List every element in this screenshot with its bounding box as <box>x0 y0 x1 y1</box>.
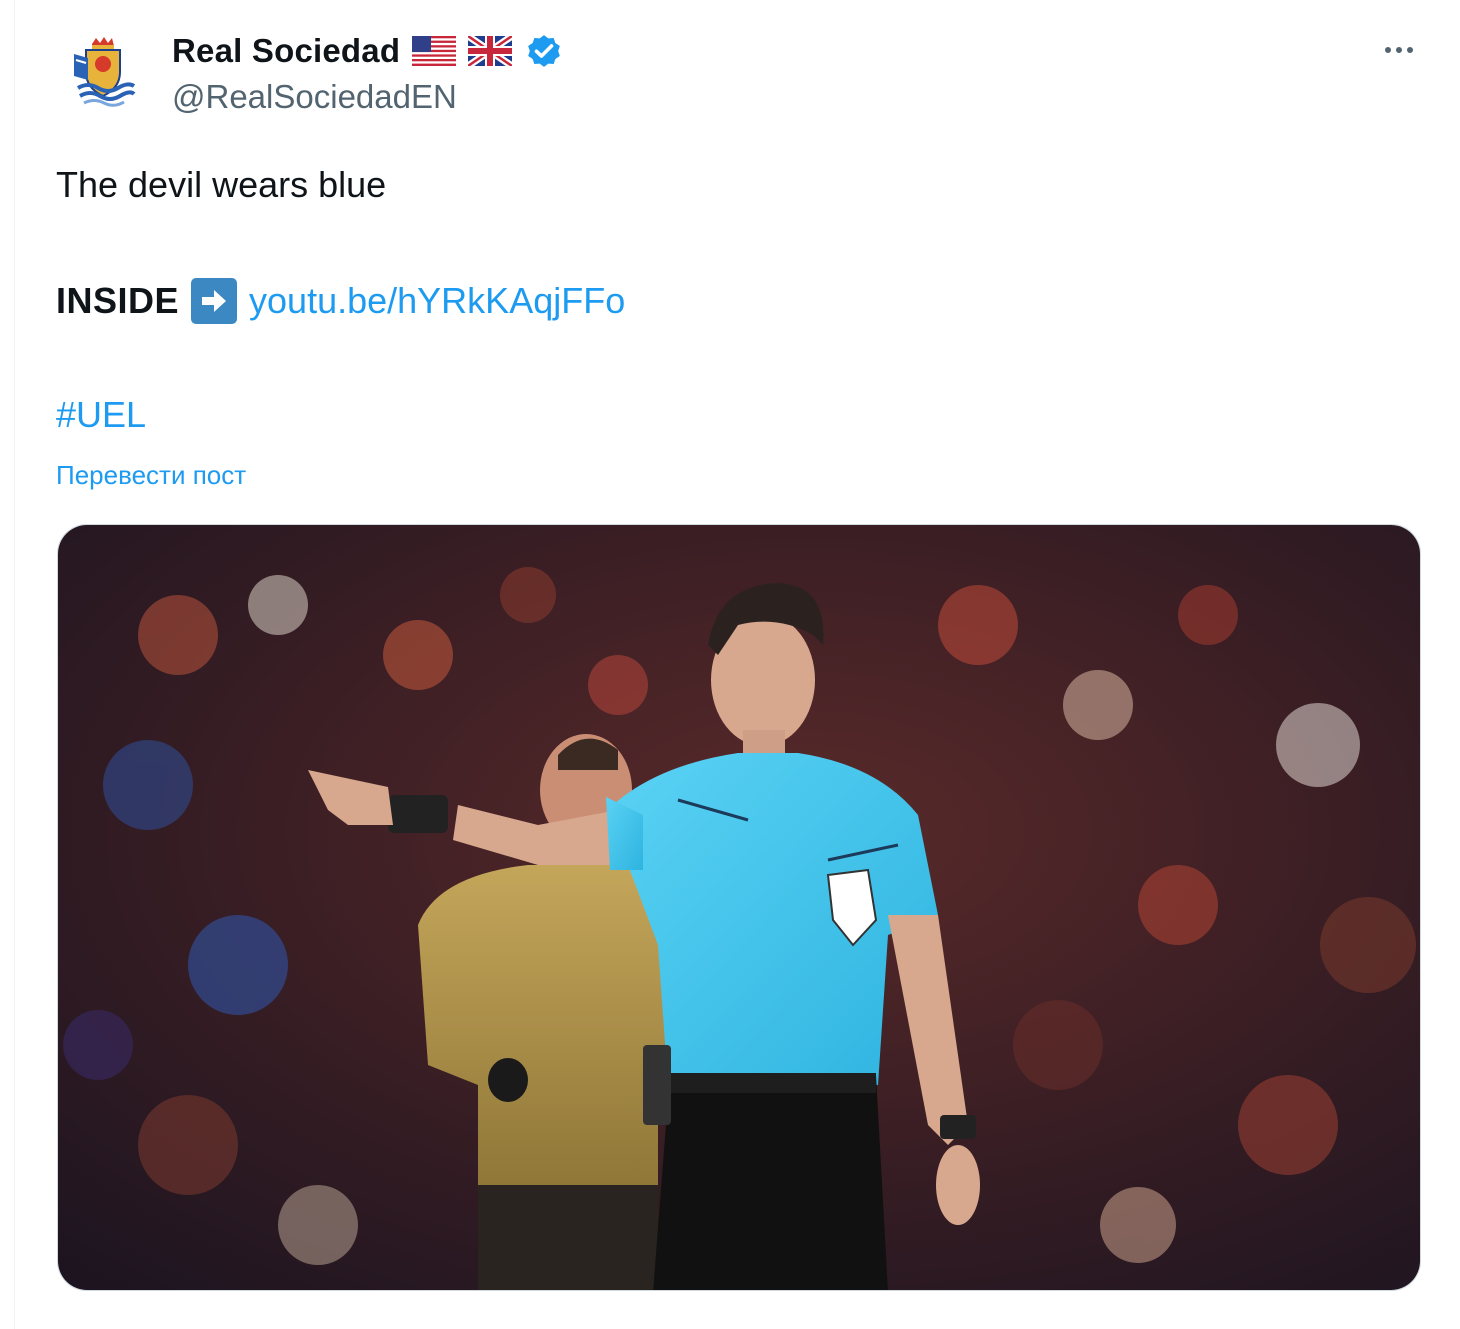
club-crest-icon <box>74 37 136 107</box>
us-flag-icon <box>412 36 457 66</box>
more-dot-icon <box>1385 47 1391 53</box>
referee-photo <box>58 525 1420 1290</box>
hashtag-line: #UEL <box>56 394 146 436</box>
more-dot-icon <box>1396 47 1402 53</box>
inside-label: INSIDE <box>56 280 180 321</box>
author-handle[interactable]: @RealSociedadEN <box>172 78 457 116</box>
right-arrow-icon <box>191 278 238 324</box>
post-text-line: The devil wears blue <box>56 164 387 205</box>
post-link-line: INSIDE youtu.be/hYRkKAqjFFo <box>56 278 625 324</box>
more-dot-icon <box>1407 47 1413 53</box>
avatar[interactable] <box>62 32 142 112</box>
uk-flag-icon <box>468 36 513 66</box>
author-display-name[interactable]: Real Sociedad <box>172 32 400 70</box>
post-image[interactable] <box>57 524 1421 1291</box>
author-name-row: Real Sociedad <box>172 28 564 74</box>
verified-badge-icon[interactable] <box>524 31 564 71</box>
translate-post-button[interactable]: Перевести пост <box>56 460 246 491</box>
timeline-border <box>14 0 15 1329</box>
youtube-link[interactable]: youtu.be/hYRkKAqjFFo <box>249 280 625 322</box>
more-options-button[interactable] <box>1372 30 1426 70</box>
hashtag-link[interactable]: #UEL <box>56 394 146 435</box>
